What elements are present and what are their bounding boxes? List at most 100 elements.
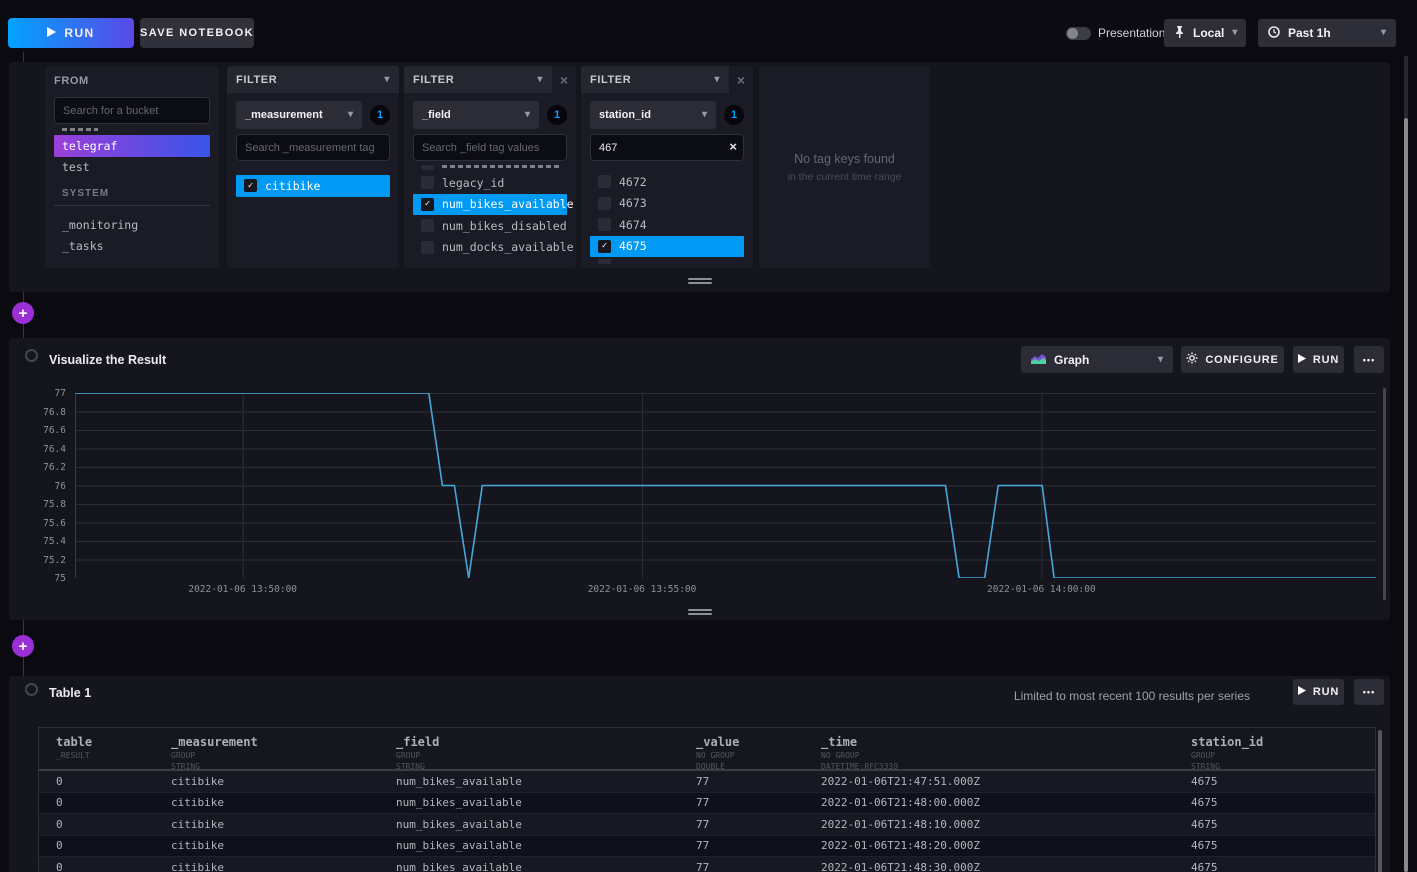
bucket-search-input[interactable] (54, 97, 210, 124)
filter-type-dropdown[interactable]: FILTER ▾ (581, 66, 729, 93)
checkbox-unchecked-icon[interactable] (421, 176, 434, 189)
measurement-search-input[interactable] (236, 134, 390, 161)
bucket-item[interactable]: _monitoring (54, 214, 210, 236)
chevron-down-icon: ▾ (702, 110, 707, 120)
column-meta: GROUP (171, 751, 396, 760)
checkbox-unchecked-icon[interactable] (598, 197, 611, 210)
tag-value-label: citibike (265, 179, 320, 193)
cell-more-button[interactable]: ••• (1354, 346, 1384, 373)
y-axis-label: 76.6 (9, 425, 66, 436)
column-name: _time (821, 735, 1191, 749)
tag-value-item[interactable]: legacy_id (413, 172, 567, 194)
checkbox-checked-icon[interactable]: ✓ (598, 240, 611, 253)
tag-value-item[interactable]: ✓4675 (590, 236, 744, 258)
selected-count-badge: 1 (724, 105, 744, 125)
column-name: _field (396, 735, 696, 749)
filter-type-dropdown[interactable]: FILTER ▾ (404, 66, 552, 93)
column-meta: GROUP (1191, 751, 1375, 760)
table-header-cell[interactable]: _fieldGROUPSTRING (396, 735, 696, 771)
table-header-cell[interactable]: station_idGROUPSTRING (1191, 735, 1375, 771)
run-cell-button[interactable]: RUN (1293, 346, 1344, 373)
column-meta: DATETIME:RFC3339 (821, 762, 1191, 771)
play-icon (47, 26, 56, 40)
table-cell: num_bikes_available (396, 839, 696, 852)
checkbox-checked-icon[interactable]: ✓ (244, 179, 257, 192)
panel-resize-handle[interactable] (688, 278, 712, 284)
clipped-tag-value-item (590, 259, 744, 266)
table-header-cell[interactable]: table_RESULT (56, 735, 171, 771)
query-builder-panel: FROM telegraftest SYSTEM _monitoring_tas… (9, 62, 1390, 292)
time-range-label: Past 1h (1288, 26, 1331, 40)
checkbox-unchecked-icon[interactable] (598, 175, 611, 188)
tag-value-list: 467246734674✓4675 (590, 171, 744, 266)
column-name: station_id (1191, 735, 1375, 749)
clock-icon (1268, 26, 1280, 41)
timezone-dropdown[interactable]: Local ▾ (1164, 19, 1246, 47)
run-notebook-button[interactable]: RUN (8, 18, 134, 48)
table-cell: 0 (56, 796, 171, 809)
checkbox-unchecked-icon[interactable] (421, 241, 434, 254)
field-search-input[interactable] (413, 134, 567, 161)
no-tag-keys-title: No tag keys found (794, 152, 895, 166)
run-cell-button[interactable]: RUN (1293, 679, 1344, 705)
time-range-dropdown[interactable]: Past 1h ▾ (1258, 19, 1396, 47)
table-cell: 0 (56, 861, 171, 872)
column-meta: STRING (396, 762, 696, 771)
remove-filter-button[interactable]: × (552, 66, 576, 93)
bucket-item[interactable]: telegraf (54, 135, 210, 157)
no-tag-keys-panel: No tag keys found in the current time ra… (759, 66, 930, 268)
column-meta: NO GROUP (696, 751, 821, 760)
tag-value-item[interactable]: ✓ citibike (236, 175, 390, 197)
tag-value-label: num_bikes_disabled (442, 219, 567, 233)
tag-value-item[interactable]: 4672 (590, 171, 744, 193)
tag-key-dropdown[interactable]: station_id ▾ (590, 101, 716, 129)
visualize-title: Visualize the Result (49, 353, 166, 367)
table-cell: citibike (171, 818, 396, 831)
run-notebook-label: RUN (64, 26, 94, 40)
checkbox-unchecked-icon[interactable] (598, 218, 611, 231)
table-scrollbar[interactable] (1378, 730, 1382, 872)
column-name: _measurement (171, 735, 396, 749)
tag-value-item[interactable]: ✓num_bikes_available (413, 194, 567, 216)
table-cell: num_bikes_available (396, 796, 696, 809)
selected-count-badge: 1 (370, 105, 390, 125)
cell-more-button[interactable]: ••• (1354, 679, 1384, 705)
table-header-cell[interactable]: _timeNO GROUPDATETIME:RFC3339 (821, 735, 1191, 771)
tag-value-item[interactable]: num_bikes_disabled (413, 215, 567, 237)
table-row: 0citibikenum_bikes_available772022-01-06… (39, 771, 1375, 793)
filter-title: FILTER (590, 74, 631, 86)
chart-scrollbar[interactable] (1383, 388, 1386, 600)
x-axis-label: 2022-01-06 13:50:00 (163, 584, 323, 595)
checkbox-checked-icon[interactable]: ✓ (421, 198, 434, 211)
system-section-label: SYSTEM (54, 184, 210, 206)
tag-value-item[interactable]: 4673 (590, 193, 744, 215)
tag-value-item[interactable]: 4674 (590, 214, 744, 236)
bucket-item[interactable]: _tasks (54, 236, 210, 258)
add-cell-button[interactable]: + (12, 302, 34, 324)
page-scrollbar[interactable] (1404, 118, 1408, 872)
save-notebook-button[interactable]: SAVE NOTEBOOK (140, 18, 254, 48)
add-cell-button[interactable]: + (12, 635, 34, 657)
presentation-toggle[interactable] (1066, 27, 1091, 40)
tag-key-dropdown[interactable]: _field ▾ (413, 101, 539, 129)
tag-value-item[interactable]: num_docks_available (413, 237, 567, 259)
chevron-down-icon: ▾ (525, 110, 530, 120)
chevron-down-icon: ▾ (714, 75, 720, 85)
table-header-cell[interactable]: _measurementGROUPSTRING (171, 735, 396, 771)
bucket-item[interactable]: test (54, 157, 210, 179)
y-axis-label: 76.8 (9, 407, 66, 418)
configure-button[interactable]: CONFIGURE (1181, 346, 1284, 373)
clear-search-icon[interactable]: × (729, 139, 737, 154)
table-header-cell[interactable]: _valueNO GROUPDOUBLE (696, 735, 821, 771)
station-id-search-input[interactable] (590, 134, 744, 161)
ellipsis-icon: ••• (1363, 355, 1375, 365)
chart-plot-area[interactable] (75, 393, 1376, 578)
remove-filter-button[interactable]: × (729, 66, 753, 93)
pin-icon (1174, 26, 1185, 41)
table-cell: citibike (171, 775, 396, 788)
panel-resize-handle[interactable] (688, 609, 712, 615)
checkbox-unchecked-icon[interactable] (421, 219, 434, 232)
tag-key-dropdown[interactable]: _measurement ▾ (236, 101, 362, 129)
graph-type-dropdown[interactable]: Graph ▾ (1021, 346, 1173, 373)
filter-type-dropdown[interactable]: FILTER ▾ (227, 66, 399, 93)
